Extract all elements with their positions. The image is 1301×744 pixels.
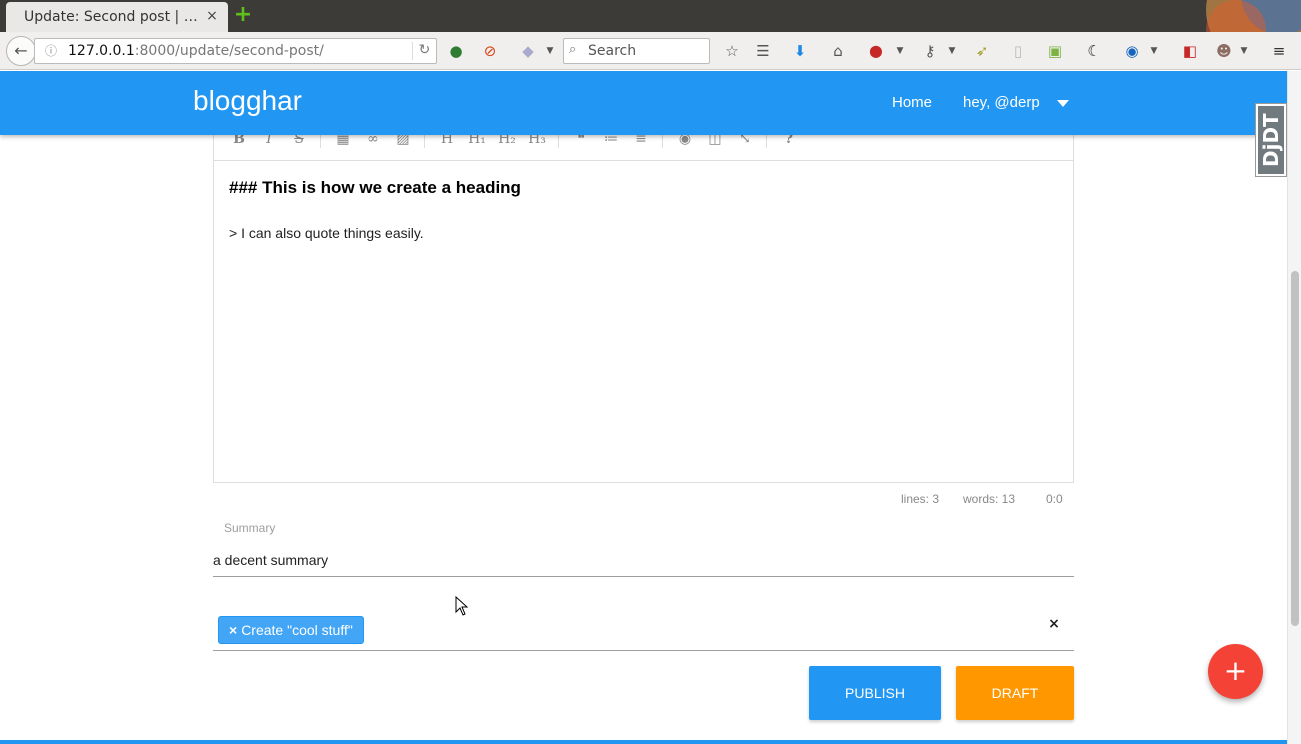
home-icon[interactable]: ⌂ bbox=[828, 41, 848, 61]
url-bar[interactable]: ⓘ 127.0.0.1:8000/update/second-post/ ↻ bbox=[34, 38, 437, 64]
page-viewport: blogghar Home hey, @derp DjDT B I S ▦ ∞ … bbox=[0, 71, 1287, 744]
draft-button[interactable]: DRAFT bbox=[956, 666, 1074, 720]
extension-download-icon[interactable]: ◉ bbox=[1122, 41, 1142, 61]
markdown-editor[interactable]: ### This is how we create a heading > I … bbox=[213, 161, 1074, 483]
browser-navbar: ← ⓘ 127.0.0.1:8000/update/second-post/ ↻… bbox=[0, 32, 1301, 70]
extension-dropdown-icon[interactable]: ▼ bbox=[540, 41, 560, 61]
user-menu[interactable]: hey, @derp bbox=[963, 94, 1040, 111]
django-debug-toolbar-handle[interactable]: DjDT bbox=[1255, 103, 1287, 177]
downloads-icon[interactable]: ⬇ bbox=[790, 41, 810, 61]
extension-note-icon[interactable]: ▣ bbox=[1045, 41, 1065, 61]
url-text: 127.0.0.1:8000/update/second-post/ bbox=[68, 43, 324, 59]
bookmark-star-icon[interactable]: ☆ bbox=[722, 41, 742, 61]
tag-chip-label: Create "cool stuff" bbox=[241, 622, 353, 638]
brand-logo[interactable]: blogghar bbox=[193, 85, 302, 117]
summary-label: Summary bbox=[224, 521, 276, 535]
tag-remove-icon[interactable]: × bbox=[229, 622, 237, 638]
summary-input[interactable] bbox=[213, 543, 1074, 577]
clear-tags-icon[interactable]: × bbox=[1047, 616, 1061, 632]
search-placeholder: Search bbox=[588, 43, 637, 59]
tag-chip[interactable]: × Create "cool stuff" bbox=[218, 616, 364, 644]
chevron-down-icon[interactable] bbox=[1057, 100, 1069, 107]
publish-button[interactable]: PUBLISH bbox=[809, 666, 941, 720]
adblock-icon[interactable]: ⬤ bbox=[866, 41, 886, 61]
editor-line-heading: ### This is how we create a heading bbox=[229, 178, 521, 197]
browser-tabstrip: Update: Second post | … × + bbox=[0, 0, 1301, 65]
greasemonkey-icon[interactable]: ☻ bbox=[1214, 41, 1234, 61]
search-bar[interactable]: ⌕ Search bbox=[563, 38, 710, 64]
add-post-fab-button[interactable]: + bbox=[1208, 644, 1263, 699]
back-button[interactable]: ← bbox=[6, 36, 36, 66]
page-scrollbar[interactable] bbox=[1287, 71, 1301, 744]
djdt-label: DjDT bbox=[1258, 106, 1284, 174]
status-words: words: 13 bbox=[963, 492, 1016, 506]
mouse-cursor-icon bbox=[455, 596, 469, 616]
new-tab-button[interactable]: + bbox=[232, 4, 254, 26]
extension-block-icon[interactable]: ⊘ bbox=[480, 41, 500, 61]
extension-key-icon[interactable]: ⚷ bbox=[920, 41, 940, 61]
tab-close-icon[interactable]: × bbox=[203, 7, 221, 25]
editor-statusbar: lines: 3 words: 13 0:0 bbox=[213, 491, 1074, 509]
extension-download-dropdown-icon[interactable]: ▼ bbox=[1144, 41, 1164, 61]
extension-key-dropdown-icon[interactable]: ▼ bbox=[942, 41, 962, 61]
browser-tab[interactable]: Update: Second post | … × bbox=[6, 2, 228, 32]
extension-pointer-icon[interactable]: ➶ bbox=[972, 41, 992, 61]
extension-shield-icon[interactable]: ● bbox=[446, 41, 466, 61]
extension-id-icon[interactable]: ▯ bbox=[1008, 41, 1028, 61]
search-icon: ⌕ bbox=[569, 42, 577, 57]
footer-strip bbox=[0, 740, 1287, 744]
nav-home-link[interactable]: Home bbox=[892, 94, 932, 111]
reload-icon[interactable]: ↻ bbox=[412, 42, 432, 60]
tab-title: Update: Second post | … bbox=[24, 9, 198, 25]
scrollbar-thumb[interactable] bbox=[1291, 271, 1299, 626]
tags-select-field[interactable]: × Create "cool stuff" × bbox=[213, 611, 1074, 651]
status-cursor-position: 0:0 bbox=[1046, 492, 1063, 506]
greasemonkey-dropdown-icon[interactable]: ▼ bbox=[1234, 41, 1254, 61]
url-path: :8000/update/second-post/ bbox=[134, 43, 324, 59]
reading-list-icon[interactable]: ☰ bbox=[753, 41, 773, 61]
night-mode-icon[interactable]: ☾ bbox=[1084, 41, 1104, 61]
editor-line-quote: > I can also quote things easily. bbox=[229, 225, 424, 241]
url-host: 127.0.0.1 bbox=[68, 43, 135, 59]
site-info-icon[interactable]: ⓘ bbox=[43, 43, 59, 59]
extension-badge-icon[interactable]: ◧ bbox=[1180, 41, 1200, 61]
status-lines: lines: 3 bbox=[901, 492, 940, 506]
extension-puzzle-icon[interactable]: ◆ bbox=[518, 41, 538, 61]
app-bar: blogghar Home hey, @derp bbox=[0, 71, 1287, 135]
adblock-dropdown-icon[interactable]: ▼ bbox=[890, 41, 910, 61]
hamburger-menu-icon[interactable]: ≡ bbox=[1269, 41, 1289, 61]
